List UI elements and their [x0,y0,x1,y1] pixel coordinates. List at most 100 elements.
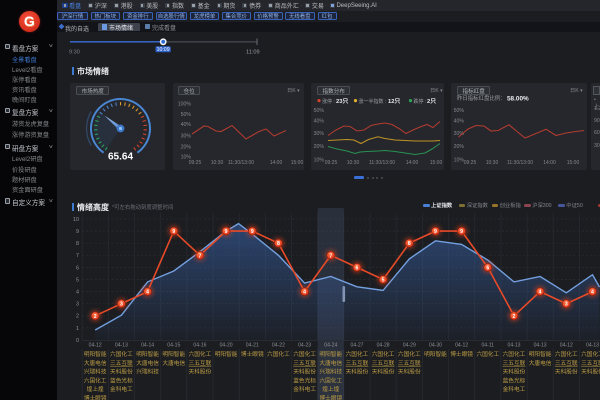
svg-text:六国化工: 六国化工 [555,350,578,358]
svg-text:六国化工: 六国化工 [110,350,133,358]
svg-text:30%: 30% [314,131,325,137]
svg-text:2: 2 [76,314,79,320]
svg-text:明阳智能: 明阳智能 [136,350,159,358]
svg-text:11:30/13:00: 11:30/13:00 [369,160,395,166]
svg-text:三五互联: 三五互联 [372,359,395,367]
svg-text:04-23: 04-23 [298,342,311,348]
svg-text:10%: 10% [314,158,325,164]
svg-text:23只: 23只 [336,98,348,105]
svg-text:3: 3 [120,302,123,308]
svg-text:9: 9 [76,229,79,235]
svg-text:天科股份: 天科股份 [293,368,316,376]
svg-text:博士眼镜: 博士眼镜 [450,350,473,358]
svg-text:6: 6 [486,265,489,271]
svg-text:04-13: 04-13 [534,342,547,348]
svg-text:11:30/13:00: 11:30/13:00 [507,160,533,166]
svg-text:04-12: 04-12 [560,342,573,348]
svg-text:大唐电信: 大唐电信 [84,359,107,367]
svg-text:10:30: 10:30 [347,160,360,166]
svg-text:六国化工: 六国化工 [372,350,395,358]
svg-text:博士眼镜: 博士眼镜 [84,394,107,400]
svg-text:15:00: 15:00 [567,160,580,166]
svg-text:04-24: 04-24 [324,342,337,348]
svg-text:六国化工: 六国化工 [476,350,499,358]
svg-text:蓝色光标: 蓝色光标 [110,376,133,384]
svg-text:三五互联: 三五互联 [110,359,133,367]
svg-text:1: 1 [76,326,79,332]
svg-text:三五互联: 三五互联 [398,359,421,367]
svg-text:8: 8 [408,241,411,247]
svg-text:40%: 40% [314,119,325,125]
svg-text:9: 9 [172,229,175,235]
svg-text:04-12: 04-12 [455,342,468,348]
svg-text:三五互联: 三五互联 [581,359,600,367]
svg-text:04-27: 04-27 [350,342,363,348]
svg-text:04-14: 04-14 [141,342,154,348]
svg-text:04-12: 04-12 [89,342,102,348]
svg-text:7: 7 [198,253,201,259]
svg-text:50%: 50% [454,108,465,114]
svg-text:04-21: 04-21 [246,342,259,348]
svg-text:大唐电信: 大唐电信 [136,359,159,367]
svg-text:14:00: 14:00 [406,160,419,166]
svg-text:天科股份: 天科股份 [555,368,578,376]
svg-text:兴瑞科技: 兴瑞科技 [319,368,342,376]
svg-text:5: 5 [76,277,79,283]
svg-text:04-13: 04-13 [586,342,599,348]
svg-text:大唐电信: 大唐电信 [319,359,342,367]
svg-text:10:09: 10:09 [157,47,170,53]
svg-text:三五互联: 三五互联 [503,359,526,367]
svg-text:20%: 20% [454,144,465,150]
svg-text:三五互联: 三五互联 [293,359,316,367]
svg-text:15:00: 15:00 [430,160,443,166]
svg-text:04-28: 04-28 [377,342,390,348]
svg-text:10:30: 10:30 [211,160,224,166]
svg-text:20%: 20% [314,144,325,150]
svg-text:30%: 30% [181,134,192,140]
svg-text:04-13: 04-13 [507,342,520,348]
svg-text:6: 6 [356,265,359,271]
svg-text:4: 4 [591,290,594,296]
svg-text:20%: 20% [181,144,192,150]
svg-text:金科电工: 金科电工 [293,385,316,393]
svg-text:明阳智能: 明阳智能 [319,350,342,358]
svg-text:大唐电信: 大唐电信 [162,359,185,367]
svg-text:12只: 12只 [388,98,400,105]
svg-text:六国化工: 六国化工 [319,376,342,384]
svg-text:2只: 2只 [427,98,436,105]
svg-text:7: 7 [76,253,79,259]
svg-text:40%: 40% [181,122,192,128]
svg-text:明阳智能: 明阳智能 [215,350,238,358]
svg-text:10: 10 [73,217,79,223]
svg-text:04-13: 04-13 [115,342,128,348]
svg-text:大唐电信: 大唐电信 [529,359,552,367]
svg-text:六国化工: 六国化工 [293,350,316,358]
svg-text:4: 4 [146,290,149,296]
svg-text:8: 8 [76,241,79,247]
svg-text:金科电工: 金科电工 [503,385,526,393]
svg-text:3: 3 [565,302,568,308]
svg-text:50%: 50% [314,108,325,114]
svg-text:11:30/13:00: 11:30/13:00 [228,160,254,166]
svg-text:11:09: 11:09 [246,50,260,56]
svg-text:六国化工: 六国化工 [267,350,290,358]
svg-text:40%: 40% [454,119,465,125]
svg-text:65.64: 65.64 [108,152,133,163]
svg-text:15:00: 15:00 [291,160,304,166]
svg-text:2: 2 [513,314,516,320]
svg-text:兴瑞科技: 兴瑞科技 [136,368,159,376]
svg-text:蓝色光标: 蓝色光标 [293,376,316,384]
svg-text:兴瑞科技: 兴瑞科技 [84,368,107,376]
svg-text:7: 7 [329,253,332,259]
svg-text:六国化工: 六国化工 [581,350,600,358]
svg-text:9: 9 [225,229,228,235]
svg-text:天科股份: 天科股份 [110,368,133,376]
svg-text:三五互联: 三五互联 [555,359,578,367]
svg-text:涨一半指数 :: 涨一半指数 : [359,98,387,105]
svg-text:09:25: 09:25 [464,160,477,166]
svg-text:三五互联: 三五互联 [346,359,369,367]
svg-text:2: 2 [94,314,97,320]
svg-text:4: 4 [303,290,306,296]
svg-text:天科股份: 天科股份 [398,368,421,376]
svg-text:58.00%: 58.00% [507,96,529,103]
